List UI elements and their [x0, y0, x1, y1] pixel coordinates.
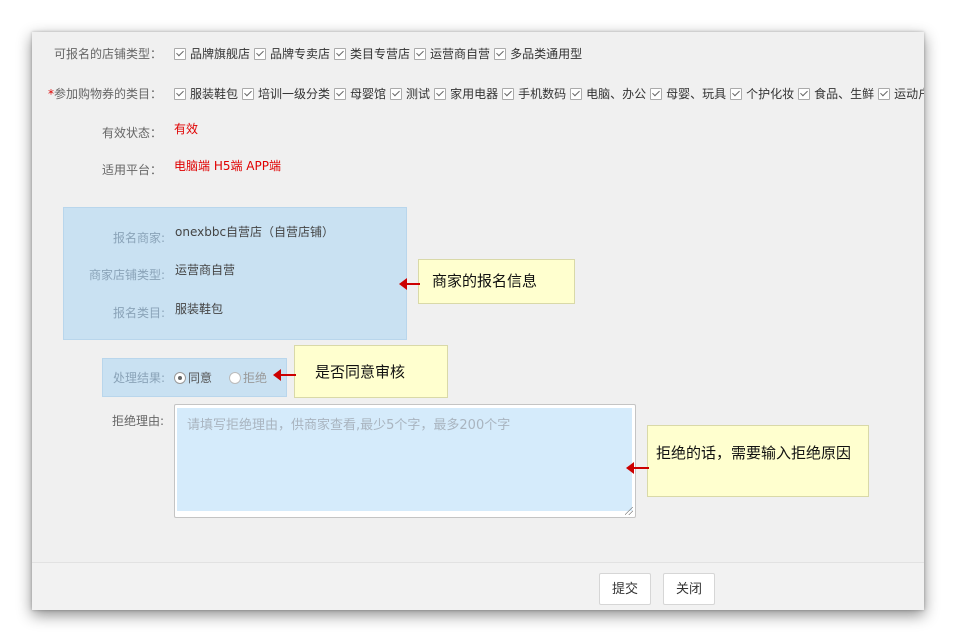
reject-reason-inner	[177, 408, 632, 511]
store-type-checkbox[interactable]: 类目专营店	[334, 44, 410, 64]
category-checkbox[interactable]: 母婴、玩具	[650, 84, 726, 104]
category-checkbox[interactable]: 个护化妆	[730, 84, 794, 104]
category-checkbox[interactable]: 培训一级分类	[242, 84, 330, 104]
category-checkbox[interactable]: 测试	[390, 84, 430, 104]
merchant-label: 报名商家:	[112, 231, 165, 245]
reject-reason-field[interactable]	[174, 404, 636, 518]
checkbox-checked-icon[interactable]	[242, 88, 255, 100]
checkbox-checked-icon[interactable]	[174, 88, 186, 100]
reject-radio-dot[interactable]	[229, 372, 241, 384]
checkbox-checked-icon[interactable]	[570, 88, 583, 100]
reject-reason-input[interactable]	[177, 408, 632, 511]
checkbox-checked-icon[interactable]	[650, 88, 663, 100]
approve-callout-text: 是否同意审核	[315, 363, 406, 381]
reject-radio-label: 拒绝	[243, 371, 268, 385]
checkbox-checked-icon[interactable]	[730, 88, 743, 100]
store-type-row: 可报名的店铺类型： 品牌旗舰店 品牌专卖店 类目专营店 运营商自营 多品类通用型	[32, 44, 924, 64]
merchant-info-callout: 商家的报名信息	[418, 259, 575, 304]
store-type-checkbox[interactable]: 多品类通用型	[494, 44, 582, 64]
reject-callout-text: 拒绝的话，需要输入拒绝原因	[656, 444, 852, 462]
platform-value: 电脑端 H5端 APP端	[174, 159, 281, 173]
status-row: 有效状态： 有效	[32, 122, 924, 143]
result-label: 处理结果:	[112, 371, 165, 385]
store-type-checkbox-label: 品牌旗舰店	[190, 47, 251, 61]
store-type-label: 可报名的店铺类型：	[53, 47, 162, 61]
merchant-category-label: 报名类目:	[112, 306, 165, 320]
resize-grip-icon[interactable]	[625, 507, 633, 515]
merchant-store-type-row: 商家店铺类型: 运营商自营	[64, 263, 406, 285]
merchant-info-callout-text: 商家的报名信息	[432, 272, 538, 290]
category-checkbox-label: 家用电器	[450, 87, 499, 101]
category-row: *参加购物券的类目： 服装鞋包 培训一级分类 母婴馆 测试 家用电器 手机数码 电脑、办公 母…	[32, 84, 924, 104]
merchant-category-row: 报名类目: 服装鞋包	[64, 302, 406, 323]
approve-callout: 是否同意审核	[294, 345, 448, 398]
category-checkbox-label: 手机数码	[518, 87, 567, 101]
store-type-checkbox[interactable]: 品牌旗舰店	[174, 44, 250, 64]
category-checkbox[interactable]: 手机数码	[502, 84, 566, 104]
submit-button[interactable]: 提交	[599, 573, 652, 605]
store-type-checkbox-label: 多品类通用型	[510, 47, 583, 61]
approval-dialog: 可报名的店铺类型： 品牌旗舰店 品牌专卖店 类目专营店 运营商自营 多品类通用型 *参加…	[32, 32, 924, 610]
checkbox-checked-icon[interactable]	[878, 88, 891, 100]
category-checkbox[interactable]: 食品、生鲜	[798, 84, 874, 104]
status-value: 有效	[174, 122, 199, 136]
merchant-value: onexbbc自营店（自营店铺）	[175, 225, 335, 239]
merchant-category-value: 服装鞋包	[175, 302, 224, 316]
reject-reason-label: 拒绝理由:	[111, 414, 164, 428]
checkbox-checked-icon[interactable]	[334, 48, 347, 60]
checkbox-checked-icon[interactable]	[254, 48, 267, 60]
approve-arrow-icon	[273, 369, 296, 381]
agree-radio-dot[interactable]	[174, 372, 186, 384]
reject-arrow-icon	[626, 462, 649, 474]
category-checkbox[interactable]: 母婴馆	[334, 84, 386, 104]
store-type-options: 品牌旗舰店 品牌专卖店 类目专营店 运营商自营 多品类通用型	[174, 44, 586, 64]
checkbox-checked-icon[interactable]	[414, 48, 427, 60]
category-checkbox-label: 食品、生鲜	[814, 87, 875, 101]
agree-radio-label: 同意	[188, 371, 213, 385]
agree-radio[interactable]: 同意	[174, 371, 212, 385]
result-box: 处理结果: 同意 拒绝	[102, 358, 287, 397]
checkbox-checked-icon[interactable]	[494, 48, 507, 60]
checkbox-checked-icon[interactable]	[174, 48, 186, 60]
category-checkbox[interactable]: 服装鞋包	[174, 84, 238, 104]
store-type-checkbox-label: 类目专营店	[350, 47, 411, 61]
category-checkbox[interactable]: 家用电器	[434, 84, 498, 104]
checkbox-checked-icon[interactable]	[502, 88, 515, 100]
store-type-checkbox-label: 品牌专卖店	[270, 47, 331, 61]
category-checkbox[interactable]: 电脑、办公	[570, 84, 646, 104]
dialog-footer: 提交 关闭	[32, 562, 924, 610]
platform-label: 适用平台：	[101, 163, 162, 177]
status-label: 有效状态：	[101, 126, 162, 140]
merchant-info-arrow-icon	[399, 278, 420, 290]
category-options: 服装鞋包 培训一级分类 母婴馆 测试 家用电器 手机数码 电脑、办公 母婴、玩具 个护化妆 食品、…	[174, 84, 924, 104]
close-button[interactable]: 关闭	[663, 573, 716, 605]
category-checkbox-label: 服装鞋包	[190, 87, 239, 101]
merchant-info-box: 报名商家: onexbbc自营店（自营店铺） 商家店铺类型: 运营商自营 报名类…	[63, 207, 407, 340]
merchant-row: 报名商家: onexbbc自营店（自营店铺）	[64, 225, 406, 248]
merchant-store-type-label: 商家店铺类型:	[88, 268, 165, 282]
checkbox-checked-icon[interactable]	[390, 88, 403, 100]
reject-callout: 拒绝的话，需要输入拒绝原因	[647, 425, 869, 497]
category-label-text: 参加购物券的类目：	[53, 87, 162, 101]
merchant-store-type-value: 运营商自营	[175, 263, 236, 277]
category-checkbox-label: 电脑、办公	[586, 87, 647, 101]
category-checkbox-label: 个护化妆	[746, 87, 795, 101]
category-checkbox-label: 培训一级分类	[258, 87, 331, 101]
platform-row: 适用平台： 电脑端 H5端 APP端	[32, 159, 924, 180]
checkbox-checked-icon[interactable]	[334, 88, 347, 100]
store-type-checkbox[interactable]: 品牌专卖店	[254, 44, 330, 64]
category-label: *参加购物券的类目：	[32, 84, 162, 104]
checkbox-checked-icon[interactable]	[798, 88, 811, 100]
category-checkbox-label: 运动户	[894, 87, 924, 101]
category-checkbox-label: 测试	[406, 87, 431, 101]
checkbox-checked-icon[interactable]	[434, 88, 447, 100]
store-type-checkbox-label: 运营商自营	[430, 47, 491, 61]
store-type-checkbox[interactable]: 运营商自营	[414, 44, 490, 64]
category-checkbox-label: 母婴、玩具	[666, 87, 727, 101]
reject-radio[interactable]: 拒绝	[229, 371, 267, 385]
category-checkbox[interactable]: 运动户	[878, 84, 924, 104]
category-checkbox-label: 母婴馆	[350, 87, 387, 101]
